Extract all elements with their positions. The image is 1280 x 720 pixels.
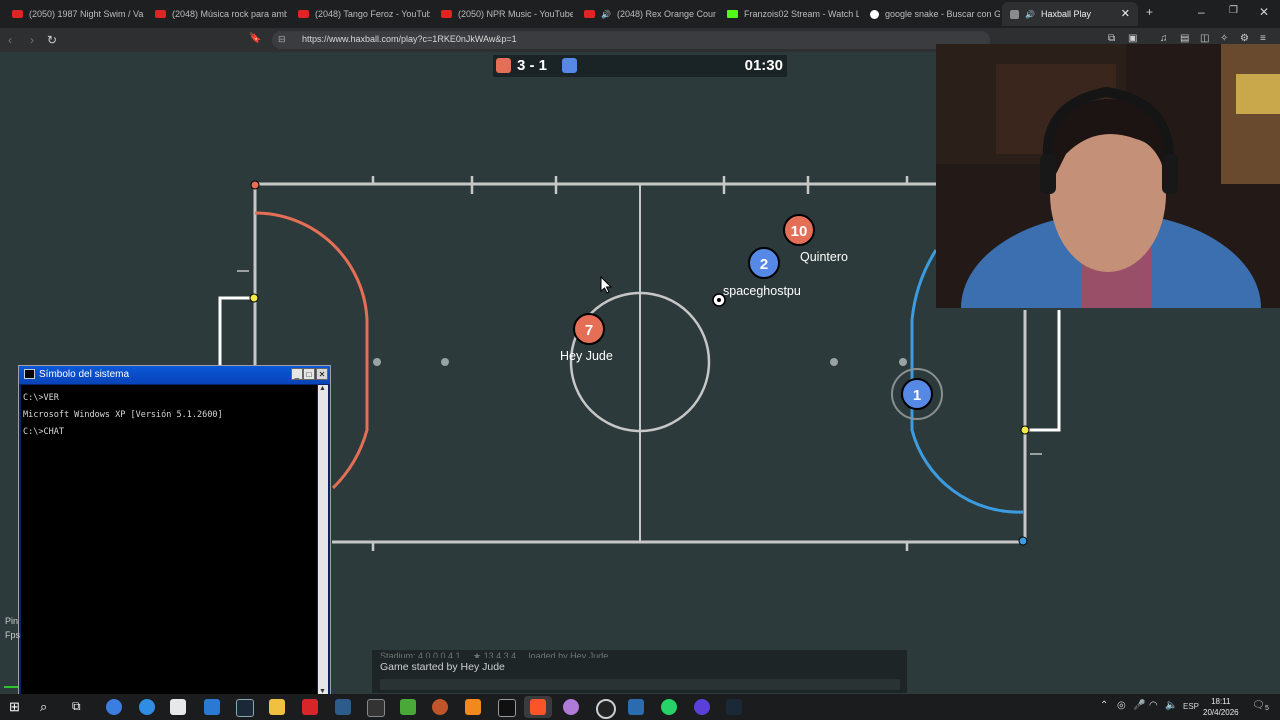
score: 3 - 1 bbox=[517, 57, 548, 74]
player-number: 10 bbox=[791, 223, 808, 240]
wifi-icon[interactable]: ◠ bbox=[1149, 700, 1158, 711]
search-icon[interactable]: ⌕ bbox=[40, 699, 56, 715]
console-line: Microsoft Windows XP [Versión 5.1.2600] bbox=[23, 410, 223, 420]
terminal-icon[interactable] bbox=[498, 699, 516, 717]
red-goal-post bbox=[249, 293, 259, 303]
cmd-title-bar[interactable]: Símbolo del sistema _ □ ✕ bbox=[19, 366, 330, 384]
player-red-7: 7 bbox=[573, 313, 605, 345]
mouse-cursor-icon bbox=[600, 275, 613, 294]
chat-input[interactable] bbox=[380, 679, 900, 690]
chat-box: Stadium: 4 0 0 0 4 1 ... ★ 13.4 3 4 ... … bbox=[372, 650, 907, 693]
game-timer: 01:30 bbox=[744, 57, 783, 74]
epic-games-icon[interactable] bbox=[367, 699, 385, 717]
edge-icon[interactable] bbox=[139, 699, 155, 715]
player-red-10: 10 bbox=[783, 214, 815, 246]
player-number: 2 bbox=[760, 256, 768, 273]
minimize-icon[interactable]: _ bbox=[291, 368, 303, 380]
cmd-icon bbox=[24, 369, 35, 379]
ping-label: Pin bbox=[5, 616, 19, 626]
cmd-title: Símbolo del sistema bbox=[39, 369, 130, 380]
minecraft-icon[interactable] bbox=[400, 699, 416, 715]
webcam-overlay bbox=[936, 44, 1280, 308]
language-indicator[interactable]: ESP bbox=[1183, 702, 1199, 711]
blue-goal bbox=[1027, 310, 1061, 432]
red-team-icon bbox=[496, 58, 511, 73]
app-icon[interactable] bbox=[563, 699, 579, 715]
player-blue-1: 1 bbox=[891, 368, 943, 420]
player-number: 1 bbox=[913, 387, 921, 404]
console-line: C:\>CHAT bbox=[23, 427, 64, 437]
steam-icon[interactable] bbox=[236, 699, 254, 717]
clock[interactable]: 18:11 20/4/2026 bbox=[1203, 696, 1239, 718]
chat-message: Game started by Hey Jude bbox=[380, 661, 505, 673]
notification-count: 5 bbox=[1265, 705, 1269, 712]
player-name: Quintero bbox=[800, 250, 848, 264]
fps-graph bbox=[4, 678, 18, 688]
obs-icon[interactable] bbox=[596, 699, 616, 719]
app-icon[interactable] bbox=[694, 699, 710, 715]
brave-icon bbox=[530, 699, 546, 715]
file-explorer-icon[interactable] bbox=[269, 699, 285, 715]
task-view-icon[interactable]: ⧉ bbox=[72, 699, 88, 715]
player-name: Hey Jude bbox=[560, 349, 613, 363]
blue-corner-post bbox=[1018, 536, 1028, 546]
windows-start-icon[interactable]: ⊞ bbox=[9, 699, 25, 715]
clock-time: 18:11 bbox=[1211, 697, 1231, 706]
cmd-console[interactable]: C:\>VER Microsoft Windows XP [Versión 5.… bbox=[21, 385, 317, 695]
store-icon[interactable] bbox=[170, 699, 186, 715]
red-goal bbox=[218, 296, 253, 365]
blue-team-icon bbox=[562, 58, 577, 73]
copilot-icon[interactable] bbox=[106, 699, 122, 715]
steam-icon[interactable] bbox=[726, 699, 742, 715]
app-icon[interactable] bbox=[335, 699, 351, 715]
app-icon[interactable] bbox=[302, 699, 318, 715]
mail-icon[interactable] bbox=[204, 699, 220, 715]
fps-label: Fps bbox=[5, 630, 21, 640]
tray-expand-icon[interactable]: ⌃ bbox=[1100, 700, 1108, 711]
ball-pattern bbox=[717, 298, 721, 302]
notification-icon[interactable]: 🗨 bbox=[1252, 700, 1265, 711]
maximize-icon[interactable]: □ bbox=[303, 368, 315, 380]
cmd-window: Símbolo del sistema _ □ ✕ C:\>VER Micros… bbox=[18, 365, 331, 697]
fl-studio-icon[interactable] bbox=[465, 699, 481, 715]
microphone-icon[interactable]: 🎤 bbox=[1133, 700, 1145, 711]
chat-previous-message: Stadium: 4 0 0 0 4 1 ... ★ 13.4 3 4 ... … bbox=[380, 651, 609, 658]
webcam-image bbox=[936, 44, 1280, 308]
red-corner-post bbox=[250, 180, 260, 190]
cmd-scrollbar[interactable]: ▲ ▼ bbox=[318, 385, 328, 695]
scroll-up-icon[interactable]: ▲ bbox=[319, 385, 326, 392]
blue-goal-post bbox=[1020, 425, 1030, 435]
close-icon[interactable]: ✕ bbox=[316, 368, 328, 380]
player-name: spaceghostpu bbox=[723, 284, 801, 298]
app-icon[interactable] bbox=[628, 699, 644, 715]
console-line: C:\>VER bbox=[23, 393, 59, 403]
whatsapp-icon[interactable] bbox=[661, 699, 677, 715]
tray-app-icon[interactable]: ◎ bbox=[1117, 700, 1126, 711]
volume-icon[interactable]: 🔈 bbox=[1165, 700, 1177, 711]
player-number: 7 bbox=[585, 322, 593, 339]
brave-taskbar-button[interactable] bbox=[524, 696, 552, 718]
player-blue-2: 2 bbox=[748, 247, 780, 279]
clock-date: 20/4/2026 bbox=[1203, 708, 1239, 717]
app-icon[interactable] bbox=[432, 699, 448, 715]
scoreboard: 3 - 1 01:30 bbox=[493, 55, 787, 77]
taskbar: ⊞ ⌕ ⧉ ⌃ ◎ 🎤 ◠ 🔈 ESP 18:11 20/4/2026 🗨 5 bbox=[0, 694, 1280, 720]
